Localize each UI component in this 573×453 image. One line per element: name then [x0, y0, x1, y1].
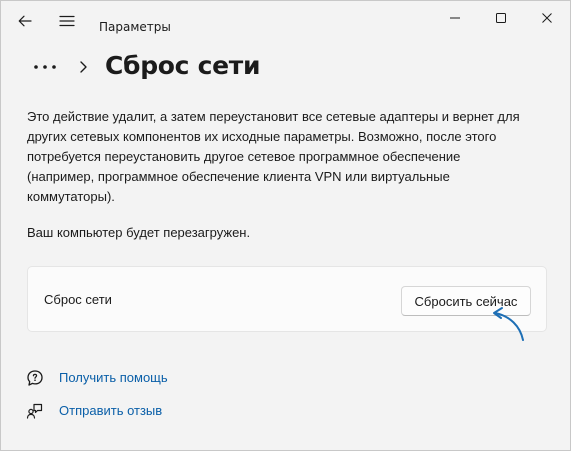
minimize-icon — [450, 17, 460, 19]
network-reset-label: Сброс сети — [44, 292, 112, 307]
description-line: коммутаторы). — [27, 189, 115, 204]
minimize-button[interactable] — [432, 1, 478, 35]
titlebar: Параметры — [1, 1, 570, 41]
help-chat-icon — [25, 368, 45, 388]
hamburger-icon — [59, 15, 75, 27]
page-title: Сброс сети — [105, 51, 261, 80]
description-text: Это действие удалит, а затем переустанов… — [27, 107, 557, 207]
maximize-button[interactable] — [478, 1, 524, 35]
arrow-left-icon — [18, 15, 32, 27]
description-line: Это действие удалит, а затем переустанов… — [27, 109, 520, 124]
description-line: других сетевых компонентов их исходные п… — [27, 129, 497, 144]
send-feedback-label: Отправить отзыв — [59, 403, 163, 418]
description-line: (например, программное обеспечение клиен… — [27, 169, 450, 184]
settings-window: Параметры Сброс сети Это действие удалит… — [0, 0, 571, 451]
get-help-link[interactable]: Получить помощь — [25, 368, 168, 388]
ellipsis-icon — [34, 65, 56, 69]
description-line: потребуется переустановить другое сетево… — [27, 149, 461, 164]
feedback-icon — [25, 401, 45, 421]
window-title: Параметры — [99, 20, 171, 34]
close-button[interactable] — [524, 1, 570, 35]
maximize-icon — [496, 13, 506, 23]
network-reset-card: Сброс сети Сбросить сейчас — [27, 266, 547, 332]
window-controls — [432, 1, 570, 35]
chevron-right-icon — [80, 61, 87, 73]
close-icon — [542, 13, 552, 23]
send-feedback-link[interactable]: Отправить отзыв — [25, 401, 162, 421]
breadcrumb-more-button[interactable] — [27, 55, 63, 79]
nav-menu-button[interactable] — [55, 11, 79, 31]
back-button[interactable] — [13, 11, 37, 31]
get-help-label: Получить помощь — [59, 370, 168, 385]
restart-note: Ваш компьютер будет перезагружен. — [27, 225, 251, 240]
annotation-arrow — [493, 307, 524, 341]
